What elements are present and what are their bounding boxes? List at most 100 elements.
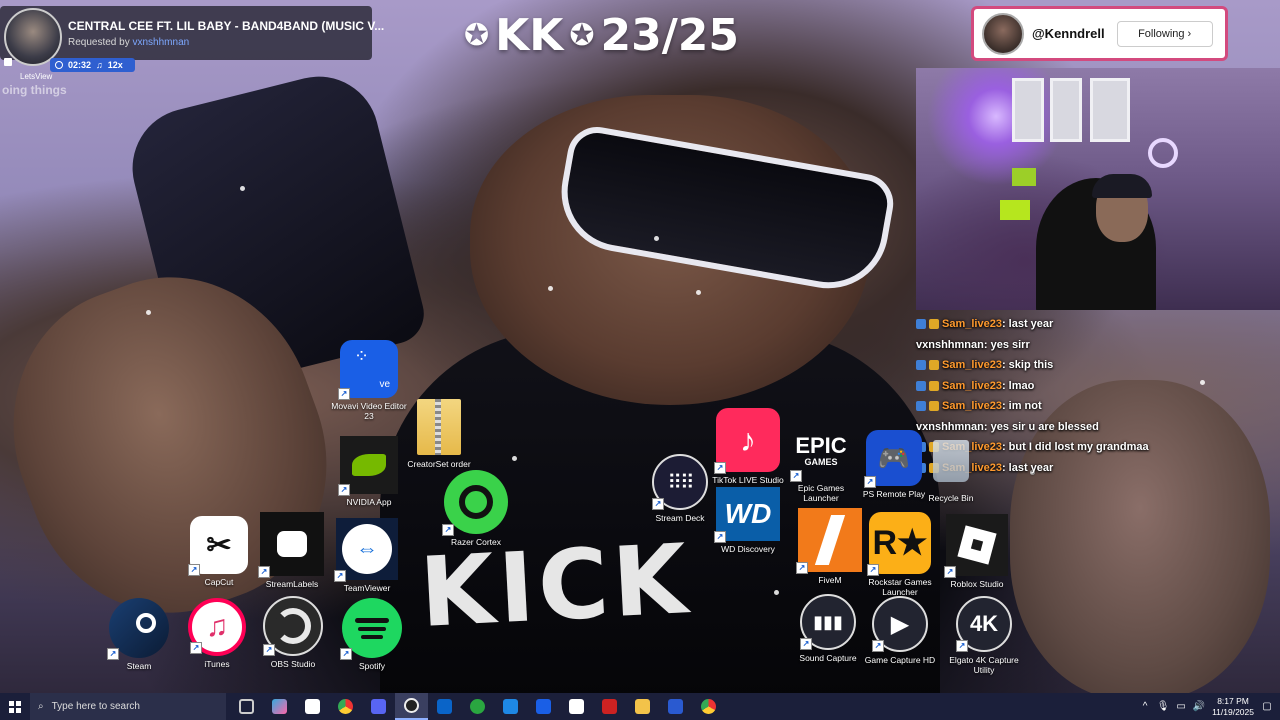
clock-icon [55,61,63,69]
taskbar-app-blue[interactable] [494,693,527,720]
icon-label: Spotify [359,661,385,671]
desktop-icon-tiktok[interactable]: ♪ ↗ TikTok LIVE Studio [709,408,787,485]
desktop-icon-spotify[interactable]: ↗ Spotify [333,598,411,671]
roblox-hole [970,538,984,552]
chevron-up-icon[interactable]: ^ [1140,701,1150,712]
now-playing-widget: CENTRAL CEE FT. LIL BABY - BAND4BAND (MU… [0,6,384,66]
notification-icon[interactable]: ▢ [1262,701,1272,712]
desktop-icon-nvidia[interactable]: ↗ NVIDIA App [330,436,408,507]
chat-message: Sam_live23 : im not [916,396,1280,417]
taskbar-copilot[interactable] [263,693,296,720]
desktop-icon-capcut[interactable]: ✂ ↗ CapCut [180,516,258,587]
taskbar-clock[interactable]: 8:17 PM 11/19/2025 [1212,696,1254,718]
desktop-icon-teamviewer[interactable]: ⇔ ↗ TeamViewer [328,518,406,593]
subscriber-badge-icon [916,401,926,412]
desktop-icon-soundcapture[interactable]: ▮▮▮ ↗ Sound Capture [789,594,867,663]
icon-label: WD Discovery [721,544,775,554]
shortcut-arrow-icon: ↗ [338,484,350,496]
icon-label: Stream Deck [655,513,705,523]
shortcut-arrow-icon: ↗ [714,462,726,474]
taskbar-movavi[interactable] [527,693,560,720]
taskbar-store[interactable] [296,693,329,720]
movavi-text: ve [379,379,390,390]
following-button[interactable]: Following › [1116,20,1213,47]
shortcut-arrow-icon: ↗ [338,388,350,400]
taskbar-task-view[interactable] [230,693,263,720]
waveform-icon: ▮▮▮ [813,611,843,632]
shortcut-arrow-icon: ↗ [872,640,884,652]
desktop-icon-fivem[interactable]: ↗ FiveM [791,508,869,585]
taskbar-outlook[interactable] [428,693,461,720]
spotify-icon: ↗ [340,598,402,660]
desktop-icon-gamecapture[interactable]: ▶ ↗ Game Capture HD [861,596,939,665]
tiktok-note-glyph: ♪ [740,421,756,458]
icon-label: Movavi Video Editor 23 [331,401,407,421]
desktop-icon-creatorset[interactable]: CreatorSet order [400,398,478,469]
microphone-icon[interactable]: 🎙 [1157,701,1170,712]
app-icon [503,699,518,714]
icon-label: Roblox Studio [950,579,1004,589]
desktop-icon-elgato[interactable]: 4K ↗ Elgato 4K Capture Utility [945,596,1023,675]
gift-badge-icon [929,360,939,371]
rockstar-icon: R★ ↗ [867,512,931,576]
volume-icon[interactable]: 🔊 [1193,701,1205,712]
room-window [1050,78,1082,142]
score-label: KK [495,10,564,61]
desktop-icon-obs[interactable]: ↗ OBS Studio [254,596,332,669]
chat-username[interactable]: Sam_live23 [942,380,1002,392]
chat-username[interactable]: vxnshhmnan [916,339,984,351]
now-playing-stats: 02:32 ♫ 12x [50,58,135,72]
chat-text: : last year [1001,318,1054,331]
streamer-cap [1092,174,1152,198]
desktop-icon-steam[interactable]: ↗ Steam [100,598,178,671]
chat-username[interactable]: Sam_live23 [942,359,1002,371]
taskbar-capcut[interactable] [560,693,593,720]
chat-username[interactable]: Sam_live23 [942,400,1002,412]
taskbar-obs[interactable] [395,693,428,720]
desktop-icon-movavi[interactable]: ⁘ ve ↗ Movavi Video Editor 23 [330,340,408,421]
icon-label: TikTok LIVE Studio [712,475,784,485]
gift-badge-icon [929,319,939,330]
requested-by-prefix: Requested by [68,37,133,48]
taskbar-discord[interactable] [362,693,395,720]
chat-message: vxnshhmnan : yes sirr [916,335,1280,356]
zipper [435,399,441,455]
taskbar-chrome-2[interactable] [692,693,725,720]
teamviewer-arrows: ⇔ [356,536,378,561]
chat-message: Sam_live23 : skip this [916,355,1280,376]
icon-label: Sound Capture [799,653,857,663]
chat-username[interactable]: Sam_live23 [942,318,1002,330]
taskbar-chrome[interactable] [329,693,362,720]
desktop-icon-itunes[interactable]: ♫ ↗ iTunes [178,598,256,669]
desktop-icon-razer[interactable]: ↗ Razer Cortex [437,470,515,547]
desktop-icon-recycle-bin[interactable]: Recycle Bin [912,432,990,503]
xbox-icon [470,699,485,714]
desktop-icon-rockstar[interactable]: R★ ↗ Rockstar Games Launcher [861,512,939,597]
chat-text: : lmao [1001,379,1035,392]
start-button[interactable] [0,693,30,720]
taskbar-voicemeeter[interactable] [593,693,626,720]
steam-icon: ↗ [107,598,169,660]
taskbar-explorer[interactable] [626,693,659,720]
icon-label: Epic Games Launcher [797,483,845,503]
elgato-4k-icon: 4K ↗ [956,596,1012,652]
movavi-icon: ⁘ ve ↗ [338,340,398,400]
icon-label: CreatorSet order [407,459,471,469]
subscriber-badge-icon [916,360,926,371]
desktop-icon-roblox[interactable]: ↗ Roblox Studio [938,514,1016,589]
shortcut-arrow-icon: ↗ [864,476,876,488]
bin-body [933,440,969,482]
taskbar-search[interactable]: ⌕ Type here to search [30,693,226,720]
windows-logo-icon [9,700,21,713]
avatar [982,12,1024,55]
desktop-icon-epic[interactable]: EPIC GAMES ↗ Epic Games Launcher [782,422,860,503]
sound-capture-icon: ▮▮▮ ↗ [800,594,856,650]
taskbar-xbox[interactable] [461,693,494,720]
letsview-label[interactable]: LetsView [20,72,52,81]
epic-text: EPIC [795,433,847,458]
desktop-icon-wd[interactable]: WD ↗ WD Discovery [709,487,787,554]
taskbar-app-dark[interactable] [659,693,692,720]
desktop-icon-streamdeck[interactable]: ⠿⠿ ↗ Stream Deck [641,454,719,523]
desktop-icon-streamlabels[interactable]: ↗ StreamLabels [253,512,331,589]
network-icon[interactable]: ▭ [1176,701,1186,712]
